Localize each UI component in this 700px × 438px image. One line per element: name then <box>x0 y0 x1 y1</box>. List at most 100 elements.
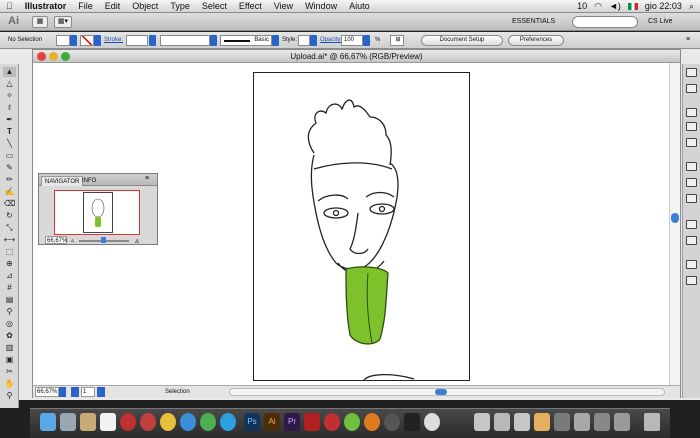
apple-icon[interactable]:  <box>0 0 19 13</box>
menu-window[interactable]: Window <box>299 0 343 13</box>
width-tool-icon[interactable]: ⟷ <box>3 235 16 245</box>
stack-icon[interactable] <box>614 413 630 431</box>
arrange-documents-button[interactable]: ▦▾ <box>54 16 72 28</box>
variable-width-dropdown-icon[interactable] <box>210 35 217 46</box>
app-orange-icon[interactable] <box>364 413 380 431</box>
graphic-style-swatch[interactable] <box>298 35 310 46</box>
document-setup-button[interactable]: Document Setup <box>421 35 503 46</box>
clock[interactable]: gio 22:03 <box>645 1 682 11</box>
address-book-icon[interactable] <box>80 413 96 431</box>
minimize-window-icon[interactable] <box>49 52 58 61</box>
menu-effect[interactable]: Effect <box>233 0 268 13</box>
artboard-number-field[interactable]: 1 <box>81 387 95 397</box>
fill-dropdown-icon[interactable] <box>70 35 77 46</box>
artboards-panel-icon[interactable] <box>686 276 697 285</box>
blend-tool-icon[interactable]: ◎ <box>3 319 16 329</box>
cs-live-button[interactable]: CS Live <box>648 16 673 28</box>
app-red2-icon[interactable] <box>324 413 340 431</box>
brush-definition-field[interactable]: Basic <box>220 35 272 46</box>
status-mode-label[interactable]: Selection <box>165 387 190 397</box>
transparency-panel-icon[interactable] <box>686 194 697 203</box>
layers-panel-icon[interactable] <box>686 260 697 269</box>
menu-object[interactable]: Object <box>126 0 164 13</box>
face-artwork[interactable] <box>254 73 469 380</box>
control-bar-menu-icon[interactable]: ≡ <box>686 36 690 43</box>
workspace-switcher[interactable]: ESSENTIALS <box>512 16 568 27</box>
bridge-button[interactable]: ▦ <box>32 16 48 28</box>
app-dark-icon[interactable] <box>384 413 400 431</box>
scale-tool-icon[interactable]: ⤡ <box>3 223 16 233</box>
previous-artboard-button[interactable] <box>71 387 79 397</box>
graphic-style-dropdown-icon[interactable] <box>310 35 317 46</box>
mesh-tool-icon[interactable]: # <box>3 283 16 293</box>
navigator-zoom-field[interactable]: 66,67% <box>45 236 67 244</box>
volume-icon[interactable]: ◄) <box>609 1 621 11</box>
menu-type[interactable]: Type <box>164 0 196 13</box>
shape-builder-tool-icon[interactable]: ⊕ <box>3 259 16 269</box>
swatches-panel-icon[interactable] <box>686 108 697 117</box>
menu-edit[interactable]: Edit <box>99 0 127 13</box>
opacity-dropdown-icon[interactable] <box>363 35 370 46</box>
brushes-panel-icon[interactable] <box>686 122 697 131</box>
preferences-button[interactable]: Preferences <box>508 35 564 46</box>
app-black-icon[interactable] <box>404 413 420 431</box>
zoom-dropdown-icon[interactable] <box>59 387 66 397</box>
recolor-artwork-button[interactable]: ⊞ <box>390 35 404 46</box>
pen-tool-icon[interactable]: ✒ <box>3 115 16 125</box>
hand-tool-icon[interactable]: ✋ <box>3 379 16 389</box>
zoom-out-icon[interactable]: ▵ <box>71 237 74 244</box>
paintbrush-tool-icon[interactable]: ✎ <box>3 163 16 173</box>
calendar-icon[interactable] <box>100 413 116 431</box>
navigator-zoom-slider-thumb[interactable] <box>101 237 106 243</box>
ipod-icon[interactable] <box>200 413 216 431</box>
pencil-tool-icon[interactable]: ✏ <box>3 175 16 185</box>
menu-app-name[interactable]: Illustrator <box>19 0 73 13</box>
perspective-grid-tool-icon[interactable]: ⊿ <box>3 271 16 281</box>
folder-icon[interactable] <box>474 413 490 431</box>
eyedropper-tool-icon[interactable]: ⚲ <box>3 307 16 317</box>
zoom-window-icon[interactable] <box>61 52 70 61</box>
rotate-tool-icon[interactable]: ↻ <box>3 211 16 221</box>
battery-status[interactable]: 10 <box>577 1 587 11</box>
menu-help[interactable]: Aiuto <box>343 0 376 13</box>
finder-icon[interactable] <box>40 413 56 431</box>
eraser-tool-icon[interactable]: ⌫ <box>3 199 16 209</box>
zoom-tool-icon[interactable]: ⚲ <box>3 391 16 401</box>
document-title-bar[interactable]: Upload.ai* @ 66,67% (RGB/Preview) <box>33 50 680 63</box>
slice-tool-icon[interactable]: ✂ <box>3 367 16 377</box>
vertical-scrollbar[interactable] <box>669 63 680 385</box>
menu-select[interactable]: Select <box>196 0 233 13</box>
variable-width-field[interactable] <box>160 35 210 46</box>
graphic-styles-panel-icon[interactable] <box>686 236 697 245</box>
horizontal-scroll-thumb[interactable] <box>435 389 447 395</box>
safari-icon[interactable] <box>180 413 196 431</box>
color-panel-icon[interactable] <box>686 68 697 77</box>
brush-dropdown-icon[interactable] <box>272 35 279 46</box>
gradient-tool-icon[interactable]: ▤ <box>3 295 16 305</box>
chrome-icon[interactable] <box>160 413 176 431</box>
stack-icon[interactable] <box>554 413 570 431</box>
flag-icon[interactable] <box>627 2 638 10</box>
folder-icon[interactable] <box>494 413 510 431</box>
free-transform-tool-icon[interactable]: ⬚ <box>3 247 16 257</box>
tab-info[interactable]: INFO <box>79 176 99 186</box>
rocket-launcher-icon[interactable] <box>60 413 76 431</box>
stroke-panel-icon[interactable] <box>686 162 697 171</box>
flash-icon[interactable] <box>304 413 320 431</box>
stroke-weight-dropdown-icon[interactable] <box>149 35 156 46</box>
symbol-sprayer-tool-icon[interactable]: ✿ <box>3 331 16 341</box>
search-input[interactable] <box>572 16 638 28</box>
folder-icon[interactable] <box>514 413 530 431</box>
stroke-label[interactable]: Stroke: <box>104 35 123 46</box>
next-artboard-button[interactable] <box>97 387 105 397</box>
blob-brush-tool-icon[interactable]: ✍ <box>3 187 16 197</box>
navigator-zoom-slider[interactable] <box>79 237 129 243</box>
app-red-icon[interactable] <box>120 413 136 431</box>
tab-navigator[interactable]: NAVIGATOR <box>41 176 84 186</box>
zoom-in-icon[interactable]: ▵ <box>135 236 139 245</box>
menu-file[interactable]: File <box>72 0 99 13</box>
spotlight-icon[interactable]: ⌕ <box>689 1 694 12</box>
artboard-tool-icon[interactable]: ▣ <box>3 355 16 365</box>
symbols-panel-icon[interactable] <box>686 138 697 147</box>
menu-view[interactable]: View <box>268 0 299 13</box>
